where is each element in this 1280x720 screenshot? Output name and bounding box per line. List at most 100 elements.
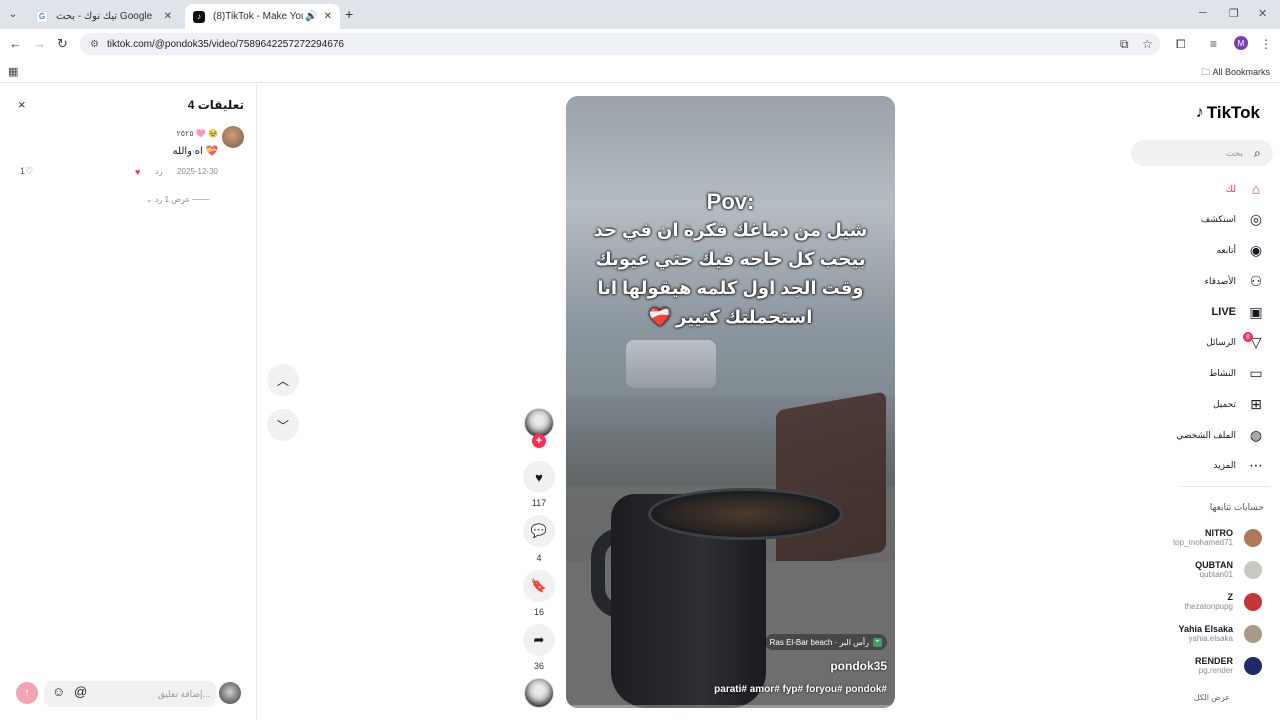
nav-label: لك bbox=[1225, 183, 1236, 194]
comment-button[interactable]: 💬 bbox=[523, 515, 555, 547]
followed-account[interactable]: NITRO top_mohamed71 bbox=[1173, 528, 1233, 547]
account-avatar[interactable] bbox=[1244, 561, 1262, 579]
view-replies-button[interactable]: ⌄ عرض 1 رد ─── bbox=[146, 195, 209, 204]
nav-label: الأصدقاء bbox=[1204, 275, 1236, 286]
nav-friends[interactable]: الأصدقاء ⚇ bbox=[1205, 271, 1266, 291]
reply-button[interactable]: رد bbox=[155, 167, 162, 176]
nav-messages[interactable]: الرسائل ▽ bbox=[1206, 332, 1266, 352]
browser-tabstrip: ⌄ G تيك توك - بحث Google ✕ ♪ (8)TikTok -… bbox=[0, 0, 1280, 29]
account-avatar[interactable] bbox=[1244, 593, 1262, 611]
comment-avatar[interactable] bbox=[222, 126, 244, 148]
overlay-line: شيل من دماغك فكرة ان في حد bbox=[593, 220, 868, 240]
account-handle: pg.render bbox=[1198, 666, 1233, 675]
nav-explore[interactable]: استكشف ◎ bbox=[1201, 209, 1266, 229]
comments-title: تعليقات 4 bbox=[187, 98, 244, 112]
overlay-line: استحملتك كتيير ❤️‍🩹 bbox=[648, 307, 813, 327]
account-handle: qubtan01 bbox=[1199, 570, 1233, 579]
nav-profile[interactable]: الملف الشخصي ◍ bbox=[1176, 425, 1266, 445]
speaker-icon[interactable]: 🔊 bbox=[305, 11, 317, 22]
comments-panel: × تعليقات 4 ٢٥٢٥ 🩷 🥹 اه والله 💝 2025-12-… bbox=[0, 84, 257, 720]
close-comments-icon[interactable]: × bbox=[18, 97, 26, 112]
back-icon[interactable]: ← bbox=[9, 36, 22, 51]
share-button[interactable]: ➦ bbox=[523, 624, 555, 656]
see-all-button[interactable]: عرض الكل bbox=[1194, 693, 1230, 702]
activity-icon: ▭ bbox=[1249, 364, 1263, 381]
comment-input[interactable]: إضافة تعليق... bbox=[44, 681, 216, 707]
sidebar-divider bbox=[1180, 486, 1270, 487]
restore-icon[interactable]: ❐ bbox=[1229, 7, 1239, 20]
account-avatar[interactable] bbox=[1244, 625, 1262, 643]
nav-following[interactable]: أتابعه ◉ bbox=[1217, 240, 1266, 260]
all-bookmarks-label: All Bookmarks bbox=[1212, 67, 1270, 77]
nav-activity[interactable]: النشاط ▭ bbox=[1209, 363, 1266, 383]
like-count: 117 bbox=[531, 498, 547, 508]
save-button[interactable]: 🔖 bbox=[523, 570, 555, 602]
next-video-button[interactable]: ﹀ bbox=[267, 409, 299, 441]
menu-icon[interactable]: ⋮ bbox=[1260, 37, 1272, 51]
emoji-icon-overlay[interactable]: ☺ bbox=[52, 684, 65, 699]
all-bookmarks-button[interactable]: 🗀 All Bookmarks bbox=[1201, 65, 1270, 81]
followed-account[interactable]: Z thezatonpupg bbox=[1185, 592, 1234, 611]
save-count: 16 bbox=[533, 607, 544, 617]
chevron-down-icon: ⌄ bbox=[146, 195, 155, 204]
install-app-icon[interactable]: ⧉ bbox=[1120, 37, 1129, 52]
comment-like-button[interactable]: 1♡ bbox=[20, 166, 33, 177]
friends-icon: ⚇ bbox=[1249, 272, 1263, 289]
video-progress-bar[interactable] bbox=[566, 705, 895, 708]
comment-username[interactable]: ٢٥٢٥ 🩷 🥹 bbox=[176, 129, 218, 138]
account-handle: yahia.elsaka bbox=[1188, 634, 1233, 643]
site-info-icon[interactable]: ⚙ bbox=[90, 39, 99, 50]
account-avatar[interactable] bbox=[1244, 657, 1262, 675]
followed-account[interactable]: QUBTAN qubtan01 bbox=[1195, 560, 1233, 579]
tiktok-logo[interactable]: ♪ TikTok bbox=[1196, 103, 1260, 123]
reading-list-icon[interactable]: ≡ bbox=[1210, 37, 1217, 51]
forward-icon[interactable]: → bbox=[33, 36, 46, 51]
account-handle: top_mohamed71 bbox=[1172, 538, 1233, 547]
address-bar[interactable]: ⚙ tiktok.com/@pondok35/video/75896422572… bbox=[80, 33, 1160, 55]
nav-for-you[interactable]: لك ⌂ bbox=[1226, 179, 1266, 199]
video-background-chair bbox=[776, 391, 886, 571]
extensions-icon[interactable]: ⧠ bbox=[1176, 37, 1186, 52]
video-author[interactable]: pondok35 bbox=[830, 659, 887, 673]
search-icon[interactable]: ⌕ bbox=[1254, 146, 1261, 161]
search-input[interactable]: بحث bbox=[1131, 140, 1273, 166]
share-count: 36 bbox=[533, 661, 544, 671]
tab-tiktok[interactable]: ♪ (8)TikTok - Make Your Day 🔊 ✕ bbox=[185, 4, 340, 29]
followed-account[interactable]: Yahia Elsaka yahia.elsaka bbox=[1178, 624, 1233, 643]
nav-label: تحميل bbox=[1212, 398, 1236, 409]
more-icon: ⋯ bbox=[1249, 456, 1263, 473]
my-avatar bbox=[219, 682, 241, 704]
tab-title: (8)TikTok - Make Your Day bbox=[213, 11, 303, 22]
apps-icon[interactable]: ▦ bbox=[8, 65, 18, 78]
location-tag[interactable]: Ras El-Bar beach · رأس البر ⌖ bbox=[764, 634, 887, 650]
video-hashtags[interactable]: parati# amor# fyp# foryou# pondok# bbox=[714, 684, 887, 695]
minimize-icon[interactable]: ─ bbox=[1199, 7, 1207, 19]
close-tab-icon[interactable]: ✕ bbox=[164, 11, 172, 22]
video-text-overlay: Pov: شيل من دماغك فكرة ان في حد بيحب كل … bbox=[566, 188, 895, 332]
tab-google-search[interactable]: G تيك توك - بحث Google ✕ bbox=[28, 4, 180, 29]
nav-live[interactable]: LIVE ▣ bbox=[1212, 302, 1266, 322]
music-disc-avatar[interactable] bbox=[524, 678, 554, 708]
tiktok-favicon-icon: ♪ bbox=[193, 10, 205, 23]
window-close-icon[interactable]: ✕ bbox=[1258, 7, 1267, 20]
nav-more[interactable]: المزيد ⋯ bbox=[1213, 455, 1266, 475]
bookmark-star-icon[interactable]: ☆ bbox=[1142, 37, 1153, 51]
new-tab-button[interactable]: + bbox=[345, 6, 353, 22]
followed-account[interactable]: RENDER pg.render bbox=[1195, 656, 1233, 675]
account-avatar[interactable] bbox=[1244, 529, 1262, 547]
heart-outline-icon: ♡ bbox=[25, 166, 34, 176]
nav-label: الرسائل bbox=[1206, 336, 1236, 347]
tab-search-button[interactable]: ⌄ bbox=[4, 5, 22, 23]
close-tab-icon[interactable]: ✕ bbox=[324, 11, 332, 22]
follow-plus-icon[interactable]: + bbox=[532, 434, 546, 448]
like-button[interactable]: ♥ bbox=[523, 461, 555, 493]
reply-dash: ─── bbox=[190, 195, 210, 204]
reload-icon[interactable]: ↻ bbox=[57, 36, 68, 52]
video-player[interactable]: Pov: شيل من دماغك فكرة ان في حد بيحب كل … bbox=[566, 96, 895, 708]
previous-video-button[interactable]: ︿ bbox=[267, 364, 299, 396]
mention-icon-overlay[interactable]: @ bbox=[74, 684, 87, 699]
post-comment-button[interactable]: ↑ bbox=[16, 682, 38, 704]
nav-upload[interactable]: تحميل ⊞ bbox=[1213, 394, 1266, 414]
browser-profile-avatar[interactable]: M bbox=[1234, 36, 1248, 50]
url-text: tiktok.com/@pondok35/video/7589642257272… bbox=[106, 38, 344, 50]
